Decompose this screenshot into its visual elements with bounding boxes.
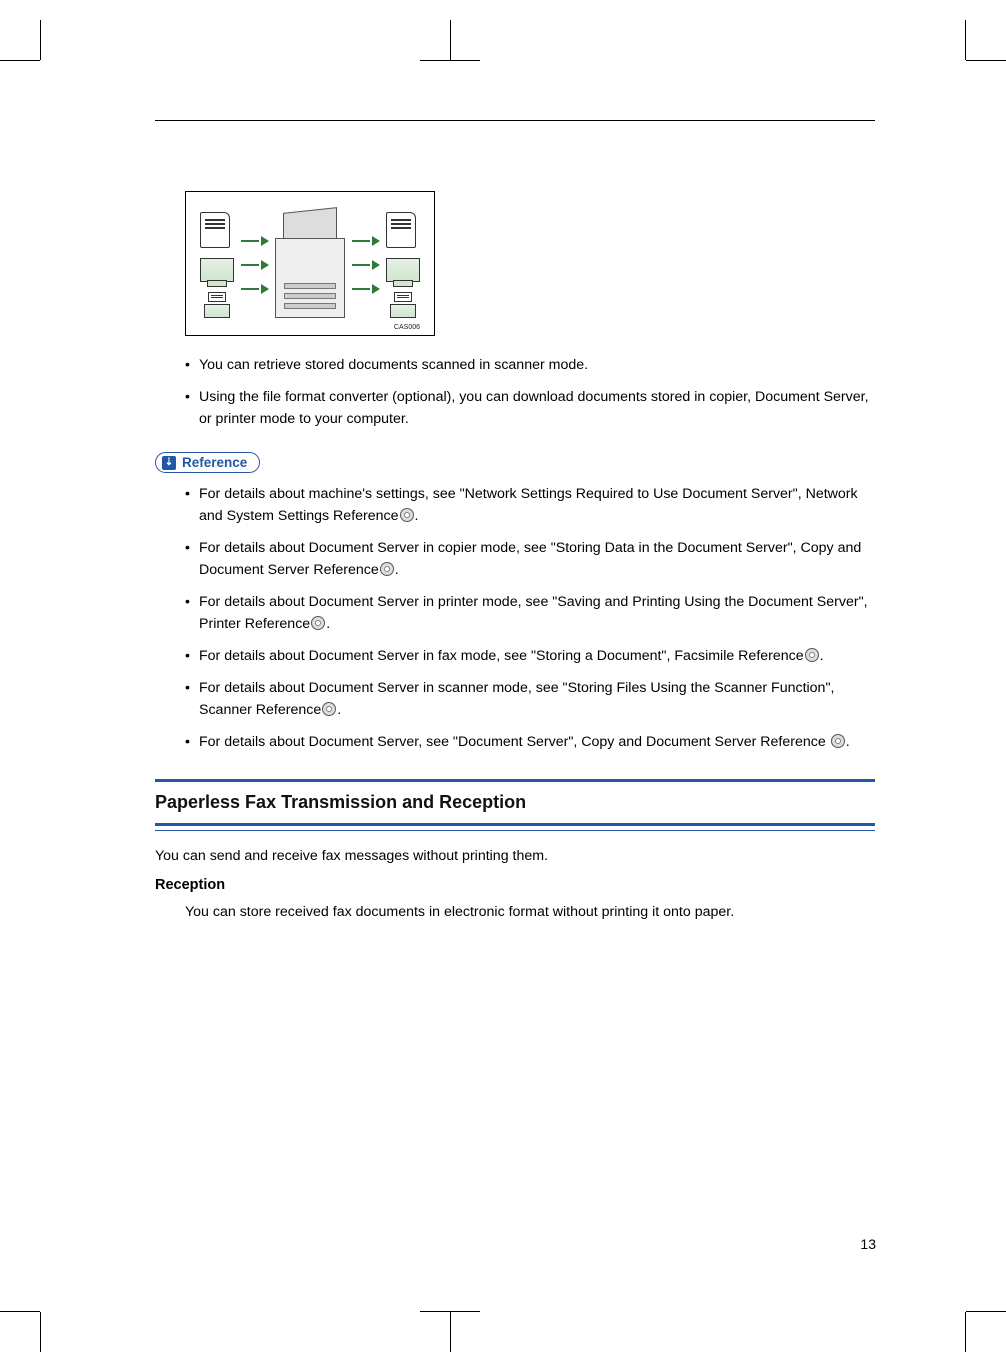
section-rule-thin [155,830,875,831]
network-diagram-figure: CAS006 [185,191,435,336]
list-item-text: For details about Document Server in cop… [199,540,861,578]
cd-icon [831,734,845,748]
crop-mark [966,60,1006,61]
crop-mark [420,60,480,61]
list-item-text: For details about Document Server, see "… [199,734,826,750]
list-item: For details about Document Server in sca… [185,677,875,721]
crop-mark [450,1312,451,1352]
section-paperless-fax: Paperless Fax Transmission and Reception… [155,779,875,923]
cd-icon [805,648,819,662]
fax-icon [200,292,234,318]
figure-code: CAS006 [200,324,420,331]
crop-mark [0,60,40,61]
list-item: For details about machine's settings, se… [185,483,875,527]
cd-icon [380,562,394,576]
header-rule [155,120,875,121]
arrow-right-icon [261,284,269,294]
reference-badge-icon: ⇣ [162,456,176,470]
list-item-text: For details about Document Server in sca… [199,680,834,718]
list-item: For details about Document Server in pri… [185,591,875,635]
reference-badge-label: Reference [182,455,247,470]
intro-bullet-list: You can retrieve stored documents scanne… [185,354,875,430]
arrow-right-icon [261,260,269,270]
page-number: 13 [860,1236,876,1252]
computer-icon [200,258,234,282]
cd-icon [400,508,414,522]
list-item-text: You can retrieve stored documents scanne… [199,357,588,373]
arrow-right-icon [372,236,380,246]
reference-badge: ⇣ Reference [155,452,260,473]
arrow-right-icon [372,284,380,294]
list-item-text: For details about Document Server in fax… [199,648,804,664]
list-item: For details about Document Server in cop… [185,537,875,581]
document-icon [200,212,230,248]
section-rule-mid [155,823,875,826]
arrow-right-icon [261,236,269,246]
crop-mark [965,20,966,60]
document-icon [386,212,416,248]
mfp-printer-icon [275,210,345,320]
crop-mark [40,20,41,60]
section-title: Paperless Fax Transmission and Reception [155,792,875,813]
list-item: Using the file format converter (optiona… [185,386,875,430]
section-rule-top [155,779,875,782]
list-item: For details about Document Server, see "… [185,731,875,753]
list-item: For details about Document Server in fax… [185,645,875,667]
list-item-text: For details about Document Server in pri… [199,594,868,632]
subheading: Reception [155,877,875,893]
crop-mark [965,1312,966,1352]
computer-icon [386,258,420,282]
arrow-right-icon [372,260,380,270]
reference-bullet-list: For details about machine's settings, se… [185,483,875,753]
list-item-text: For details about machine's settings, se… [199,486,858,524]
section-paragraph: You can send and receive fax messages wi… [155,845,875,867]
crop-mark [40,1312,41,1352]
crop-mark [966,1311,1006,1312]
sub-paragraph: You can store received fax documents in … [185,901,875,923]
list-item-text: Using the file format converter (optiona… [199,389,869,427]
cd-icon [322,702,336,716]
crop-mark [0,1311,40,1312]
crop-mark [450,20,451,60]
cd-icon [311,616,325,630]
list-item: You can retrieve stored documents scanne… [185,354,875,376]
fax-icon [386,292,420,318]
